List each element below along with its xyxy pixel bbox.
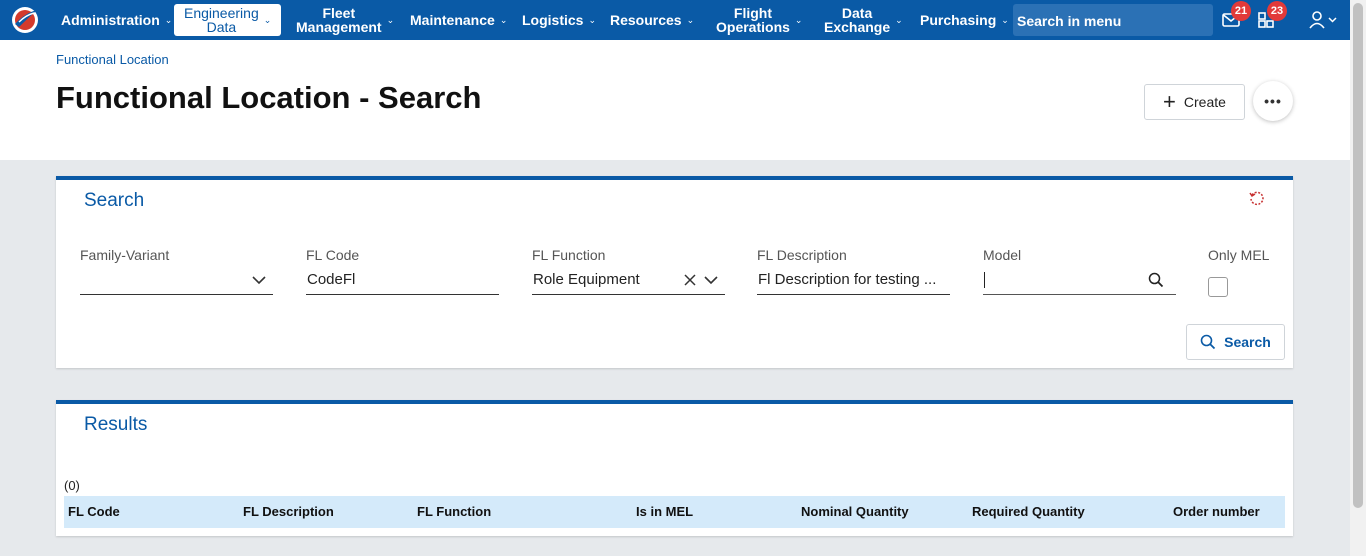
column-header-fl-code[interactable]: FL Code [68, 504, 120, 519]
fl-code-input[interactable]: CodeFl [306, 269, 499, 295]
app-logo-icon[interactable] [10, 5, 40, 35]
results-panel-title: Results [84, 414, 148, 435]
fl-description-input[interactable]: Fl Description for testing ... [757, 269, 950, 295]
only-mel-field: Only MEL [1208, 247, 1288, 297]
column-header-nominal-quantity[interactable]: Nominal Quantity [801, 504, 909, 519]
search-panel-title: Search [84, 190, 145, 211]
nav-item-resources[interactable]: Resources ⌄ [610, 0, 694, 40]
chevron-down-icon: ⌄ [794, 15, 803, 25]
model-field: Model [983, 247, 1176, 295]
chevron-down-icon: ⌄ [686, 15, 695, 25]
page-header: Functional Location Functional Location … [0, 40, 1350, 160]
search-icon [1200, 334, 1216, 350]
search-button[interactable]: Search [1186, 324, 1285, 360]
fl-description-field: FL Description Fl Description for testin… [757, 247, 950, 295]
fl-function-field: FL Function Role Equipment [532, 247, 725, 295]
chevron-down-icon [252, 276, 266, 285]
nav-item-flight-operations[interactable]: Flight Operations ⌄ [716, 0, 802, 40]
create-button[interactable]: + Create [1144, 84, 1245, 120]
menu-search-input[interactable]: Search in menu [1013, 4, 1213, 36]
nav-item-administration[interactable]: Administration ⌄ [61, 0, 172, 40]
tasks-button[interactable]: 23 [1257, 1, 1287, 30]
nav-item-engineering-data[interactable]: Engineering Data ⌄ [174, 4, 282, 36]
field-label: Model [983, 247, 1022, 263]
chevron-down-icon: ⌄ [499, 15, 508, 25]
results-panel: Results (0) FL Code FL Description FL Fu… [56, 400, 1293, 536]
vertical-scrollbar[interactable] [1350, 0, 1366, 556]
user-menu-button[interactable] [1309, 10, 1339, 30]
family-variant-field: Family-Variant [80, 247, 273, 295]
column-header-order-number[interactable]: Order number [1173, 504, 1260, 519]
top-navigation-bar: Administration ⌄ Engineering Data ⌄ Fleet … [0, 0, 1350, 40]
mail-button[interactable]: 21 [1221, 1, 1251, 30]
results-table-header: FL Code FL Description FL Function Is in… [64, 496, 1285, 528]
chevron-down-icon: ⌄ [386, 15, 395, 25]
tasks-count-badge: 23 [1267, 1, 1287, 21]
nav-item-logistics[interactable]: Logistics ⌄ [522, 0, 596, 40]
plus-icon: + [1163, 89, 1176, 114]
breadcrumb[interactable]: Functional Location [56, 52, 169, 67]
nav-item-purchasing[interactable]: Purchasing ⌄ [920, 0, 1009, 40]
column-header-fl-function[interactable]: FL Function [417, 504, 491, 519]
user-icon [1309, 11, 1337, 29]
reset-icon[interactable] [1248, 190, 1266, 208]
column-header-required-quantity[interactable]: Required Quantity [972, 504, 1085, 519]
fl-function-select[interactable]: Role Equipment [532, 269, 725, 295]
nav-item-fleet-management[interactable]: Fleet Management ⌄ [296, 0, 394, 40]
field-label: FL Description [757, 247, 847, 263]
only-mel-checkbox[interactable] [1208, 277, 1228, 297]
chevron-down-icon: ⌄ [588, 15, 597, 25]
column-header-fl-description[interactable]: FL Description [243, 504, 334, 519]
family-variant-select[interactable] [80, 269, 273, 295]
scrollbar-thumb[interactable] [1353, 3, 1363, 508]
search-panel: Search Family-Variant FL Code CodeFl FL … [56, 176, 1293, 368]
fl-code-field: FL Code CodeFl [306, 247, 499, 295]
chevron-down-icon [704, 276, 718, 285]
page-title: Functional Location - Search [56, 80, 482, 115]
mail-count-badge: 21 [1231, 1, 1251, 21]
model-input[interactable] [983, 269, 1176, 295]
nav-item-maintenance[interactable]: Maintenance ⌄ [410, 0, 507, 40]
chevron-down-icon: ⌄ [164, 15, 173, 25]
nav-item-data-exchange[interactable]: Data Exchange ⌄ [824, 0, 903, 40]
search-icon[interactable] [1148, 272, 1164, 288]
create-button-label: Create [1183, 94, 1226, 110]
search-button-label: Search [1224, 334, 1271, 350]
chevron-down-icon: ⌄ [895, 15, 903, 25]
field-label: Only MEL [1208, 247, 1270, 263]
clear-icon[interactable] [683, 273, 697, 287]
chevron-down-icon: ⌄ [263, 15, 272, 25]
column-header-is-in-mel[interactable]: Is in MEL [636, 504, 693, 519]
results-count: (0) [64, 478, 80, 493]
ellipsis-icon: ••• [1264, 93, 1282, 109]
chevron-down-icon: ⌄ [1001, 15, 1009, 25]
more-options-button[interactable]: ••• [1253, 81, 1293, 121]
field-label: FL Function [532, 247, 606, 263]
field-label: Family-Variant [80, 247, 170, 263]
field-label: FL Code [306, 247, 360, 263]
